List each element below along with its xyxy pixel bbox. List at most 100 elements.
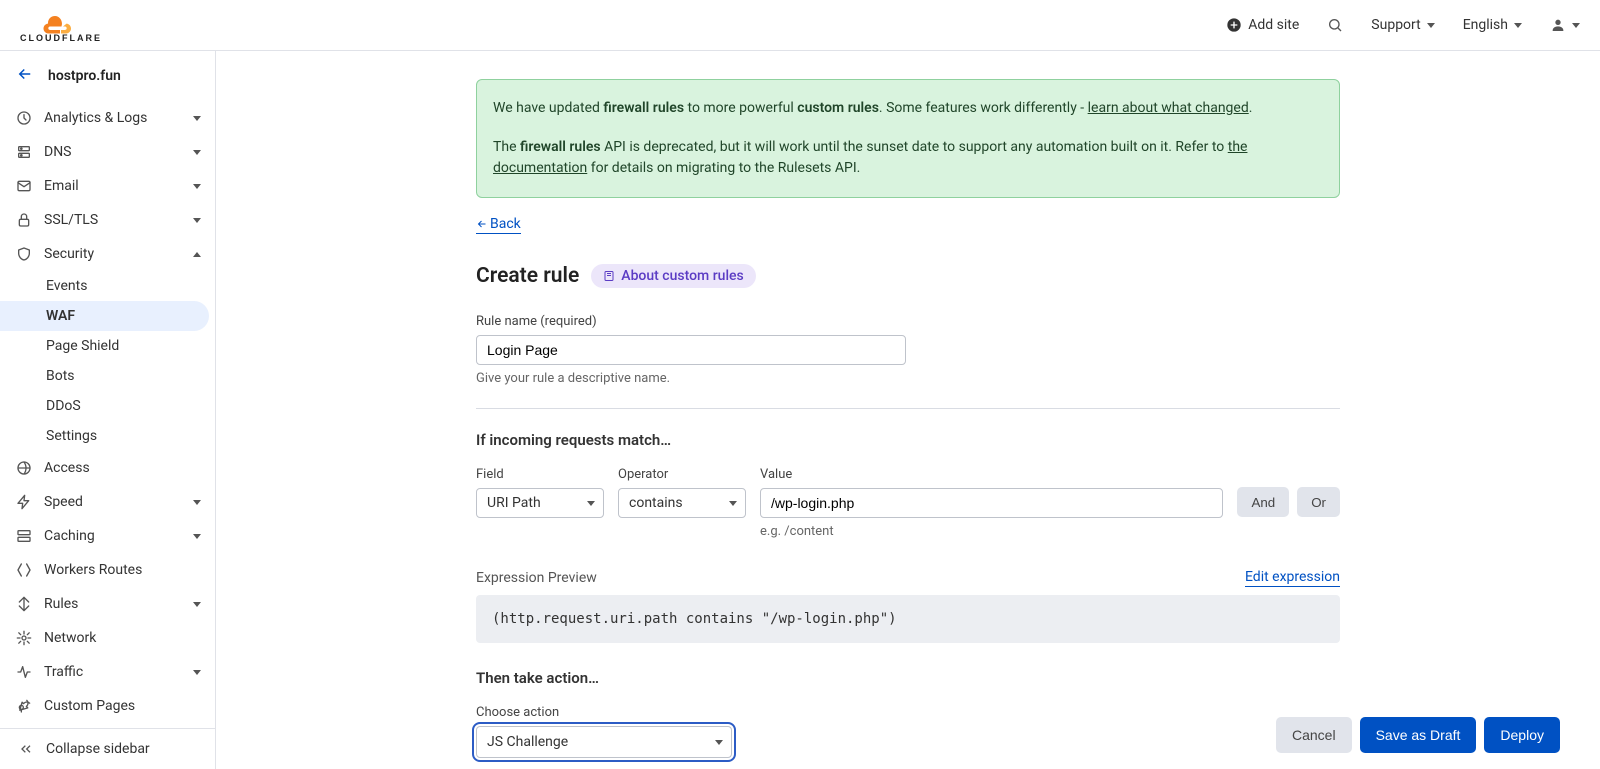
sidebar-item-rules[interactable]: Rules [0,587,215,621]
chevron-icon [193,602,201,607]
plus-circle-icon [1226,17,1242,33]
value-input[interactable] [760,488,1223,518]
expression-preview: (http.request.uri.path contains "/wp-log… [476,595,1340,643]
sidebar-item-custom-pages[interactable]: Custom Pages [0,689,215,723]
sidebar-item-dns[interactable]: DNS [0,135,215,169]
chevron-icon [193,670,201,675]
footer-buttons: Cancel Save as Draft Deploy [1276,717,1560,753]
chevron-icon [193,218,201,223]
field-select[interactable]: URI Path [476,488,604,518]
sidebar-item-label: Access [44,460,201,476]
user-icon [1550,17,1566,33]
sidebar-item-label: Security [44,246,193,262]
top-header: CLOUDFLARE Add site Support English [0,0,1600,51]
sidebar-item-label: Caching [44,528,193,544]
sidebar-subitem-page-shield[interactable]: Page Shield [0,331,215,361]
sidebar-item-network[interactable]: Network [0,621,215,655]
field-value: URI Path [487,495,541,511]
or-button[interactable]: Or [1297,487,1340,517]
action-label: Choose action [476,705,1340,720]
sidebar-item-label: Speed [44,494,193,510]
cancel-button[interactable]: Cancel [1276,717,1352,753]
about-custom-rules-link[interactable]: About custom rules [591,264,755,288]
sidebar-item-analytics-logs[interactable]: Analytics & Logs [0,101,215,135]
sidebar-item-label: Email [44,178,193,194]
sidebar-subitem-bots[interactable]: Bots [0,361,215,391]
support-label: Support [1371,17,1420,33]
sidebar-item-workers-routes[interactable]: Workers Routes [0,553,215,587]
sidebar-item-caching[interactable]: Caching [0,519,215,553]
lock-icon [16,212,32,228]
sidebar-item-access[interactable]: Access [0,451,215,485]
save-draft-button[interactable]: Save as Draft [1360,717,1477,753]
about-label: About custom rules [621,268,743,284]
chevron-icon [193,500,201,505]
value-label: Value [760,467,1223,482]
search-button[interactable] [1327,17,1343,33]
back-arrow-icon[interactable] [16,65,34,87]
edit-expression-link[interactable]: Edit expression [1245,569,1340,587]
language-dropdown[interactable]: English [1463,17,1522,33]
chevron-icon [193,150,201,155]
learn-changed-link[interactable]: learn about what changed [1088,100,1249,116]
sidebar-item-label: Rules [44,596,193,612]
caching-icon [16,528,32,544]
action-value: JS Challenge [487,734,568,750]
rule-name-input[interactable] [476,335,906,365]
caret-down-icon [1572,23,1580,28]
sidebar-item-security[interactable]: Security [0,237,215,271]
email-icon [16,178,32,194]
svg-text:CLOUDFLARE: CLOUDFLARE [20,33,102,42]
sidebar-item-label: Analytics & Logs [44,110,193,126]
back-link[interactable]: Back [476,216,521,234]
sidebar-subitem-waf[interactable]: WAF [0,301,209,331]
site-name[interactable]: hostpro.fun [48,68,121,84]
operator-label: Operator [618,467,746,482]
user-menu[interactable] [1550,17,1580,33]
network-icon [16,630,32,646]
operator-select[interactable]: contains [618,488,746,518]
caret-down-icon [715,740,723,745]
sidebar-subitem-settings[interactable]: Settings [0,421,215,451]
collapse-icon [18,741,34,757]
sidebar-item-traffic[interactable]: Traffic [0,655,215,689]
operator-value: contains [629,495,683,511]
sidebar-item-email[interactable]: Email [0,169,215,203]
divider [476,408,1340,409]
caret-down-icon [729,501,737,506]
sidebar-item-ssl-tls[interactable]: SSL/TLS [0,203,215,237]
sidebar-item-label: Workers Routes [44,562,201,578]
custom-pages-icon [16,698,32,714]
collapse-sidebar-label: Collapse sidebar [46,741,150,757]
rule-name-help: Give your rule a descriptive name. [476,371,1340,386]
chevron-icon [193,184,201,189]
main-layout: hostpro.fun Analytics & Logs DNS Email SSL/… [0,51,1600,769]
collapse-sidebar-button[interactable]: Collapse sidebar [0,728,215,769]
deploy-button[interactable]: Deploy [1484,717,1560,753]
traffic-icon [16,664,32,680]
caret-down-icon [587,501,595,506]
sidebar-subitem-events[interactable]: Events [0,271,215,301]
add-site-label: Add site [1248,17,1299,33]
match-section-title: If incoming requests match… [476,431,1340,449]
sidebar-subitem-ddos[interactable]: DDoS [0,391,215,421]
add-site-button[interactable]: Add site [1226,17,1299,33]
search-icon [1327,17,1343,33]
sidebar-item-label: SSL/TLS [44,212,193,228]
action-select[interactable]: JS Challenge [476,726,732,758]
sidebar-item-speed[interactable]: Speed [0,485,215,519]
support-dropdown[interactable]: Support [1371,17,1434,33]
dns-icon [16,144,32,160]
analytics-icon [16,110,32,126]
and-button[interactable]: And [1237,487,1289,517]
workers-icon [16,562,32,578]
chevron-icon [193,116,201,121]
language-label: English [1463,17,1508,33]
cloudflare-logo[interactable]: CLOUDFLARE [20,8,130,42]
sidebar-item-label: Network [44,630,201,646]
back-label: Back [490,216,521,232]
field-label: Field [476,467,604,482]
speed-icon [16,494,32,510]
sidebar-item-label: DNS [44,144,193,160]
sidebar-item-label: Custom Pages [44,698,201,714]
